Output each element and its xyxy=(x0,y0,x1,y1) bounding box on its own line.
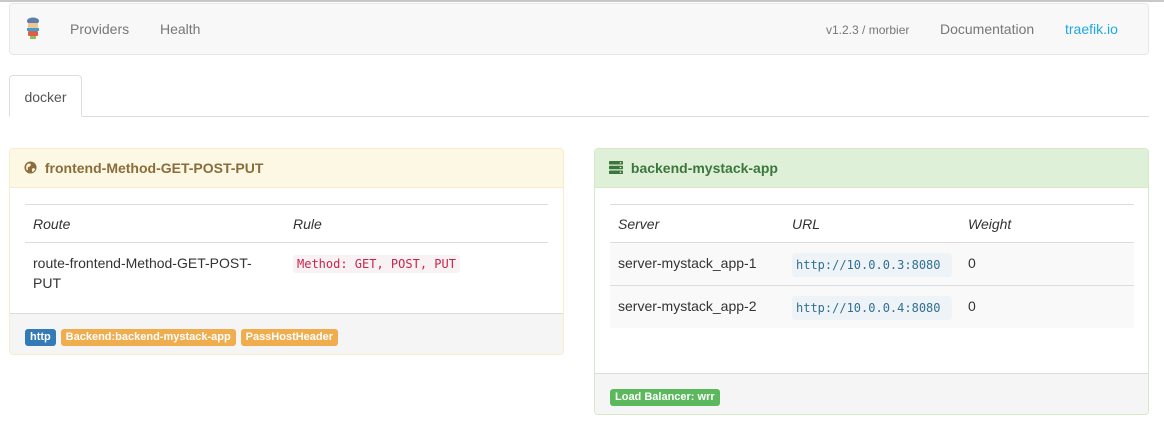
frontend-routes-table: Route Rule route-frontend-Method-GET-POS… xyxy=(25,204,548,301)
table-header-row: Route Rule xyxy=(25,204,548,243)
backend-badge: Backend:backend-mystack-app xyxy=(60,329,236,346)
nav-providers-link[interactable]: Providers xyxy=(70,21,129,37)
traefik-logo-icon[interactable] xyxy=(25,17,41,39)
column-header-route: Route xyxy=(25,204,285,243)
weight-cell: 0 xyxy=(960,285,1134,328)
table-header-row: Server URL Weight xyxy=(610,204,1134,243)
backend-panel: backend-mystack-app Server URL Weight se… xyxy=(594,148,1149,415)
column-header-rule: Rule xyxy=(285,204,548,243)
backend-panel-footer: Load Balancer: wrr xyxy=(595,373,1148,414)
frontend-panel: frontend-Method-GET-POST-PUT Route Rule … xyxy=(9,148,564,355)
table-row: server-mystack_app-1 http://10.0.0.3:808… xyxy=(610,242,1134,286)
globe-icon xyxy=(24,161,37,174)
entrypoint-badge: http xyxy=(25,329,56,346)
column-header-url: URL xyxy=(784,204,960,243)
nav-traefik-io-link[interactable]: traefik.io xyxy=(1065,21,1118,37)
top-border xyxy=(0,0,1164,2)
backend-title: backend-mystack-app xyxy=(630,160,778,176)
load-balancer-badge: Load Balancer: wrr xyxy=(610,389,720,406)
nav-documentation-link[interactable]: Documentation xyxy=(940,21,1034,37)
frontend-title: frontend-Method-GET-POST-PUT xyxy=(44,160,264,176)
url-cell: http://10.0.0.4:8080 xyxy=(784,285,960,328)
nav-health-link[interactable]: Health xyxy=(160,21,200,37)
pass-host-header-badge: PassHostHeader xyxy=(240,329,339,346)
version-text: v1.2.3 / morbier xyxy=(826,23,910,37)
backend-servers-table: Server URL Weight server-mystack_app-1 h… xyxy=(610,204,1134,328)
weight-cell: 0 xyxy=(960,242,1134,286)
server-url-code: http://10.0.0.3:8080 xyxy=(792,253,952,277)
rule-code: Method: GET, POST, PUT xyxy=(293,255,460,273)
frontend-panel-heading: frontend-Method-GET-POST-PUT xyxy=(10,149,563,188)
table-row: server-mystack_app-2 http://10.0.0.4:808… xyxy=(610,285,1134,328)
url-cell: http://10.0.0.3:8080 xyxy=(784,242,960,286)
frontend-panel-footer: http Backend:backend-mystack-app PassHos… xyxy=(10,313,563,354)
navbar: Providers Health v1.2.3 / morbier Docume… xyxy=(9,3,1149,55)
table-row: route-frontend-Method-GET-POST-PUT Metho… xyxy=(25,243,548,302)
server-name-cell: server-mystack_app-1 xyxy=(610,242,784,286)
tab-docker[interactable]: docker xyxy=(9,75,82,117)
provider-tabs: docker xyxy=(9,75,1149,117)
route-name-cell: route-frontend-Method-GET-POST-PUT xyxy=(33,255,252,291)
column-header-server: Server xyxy=(610,204,784,243)
server-name-cell: server-mystack_app-2 xyxy=(610,285,784,328)
backend-panel-heading: backend-mystack-app xyxy=(595,149,1148,188)
server-stack-icon xyxy=(609,161,623,175)
server-url-code: http://10.0.0.4:8080 xyxy=(792,296,952,320)
rule-cell: Method: GET, POST, PUT xyxy=(285,243,548,302)
column-header-weight: Weight xyxy=(960,204,1134,243)
